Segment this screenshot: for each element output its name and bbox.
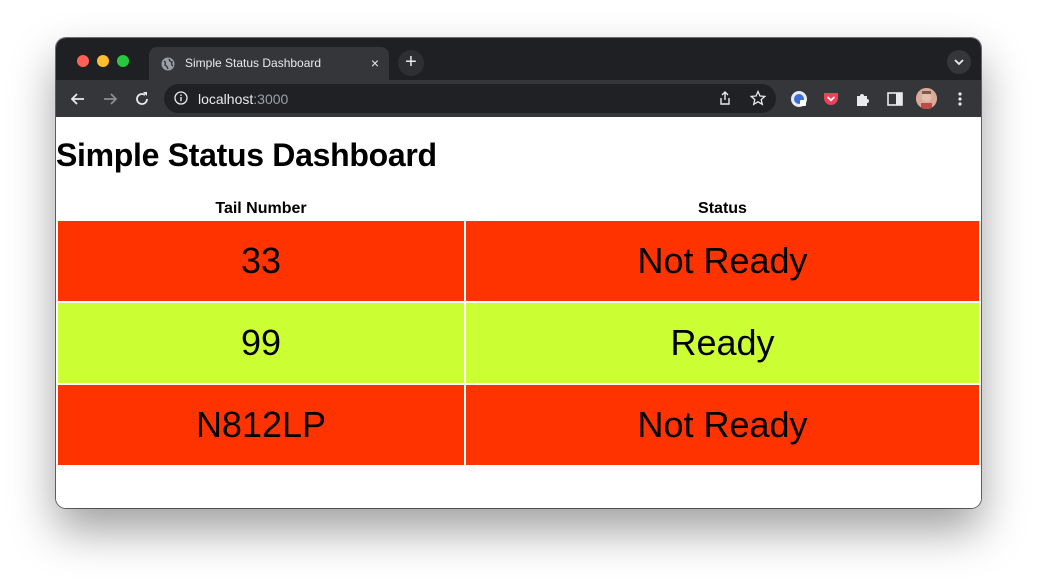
url-port: :3000	[253, 91, 289, 107]
star-icon	[749, 89, 767, 106]
address-bar[interactable]: localhost:3000	[164, 84, 776, 113]
extension-icon[interactable]	[790, 90, 808, 108]
tail-number-cell: 99	[58, 303, 464, 383]
tail-number-cell: 33	[58, 221, 464, 301]
close-window-button[interactable]	[77, 55, 89, 67]
table-row: 99 Ready	[58, 303, 979, 383]
globe-icon	[161, 57, 175, 71]
pocket-icon[interactable]	[822, 90, 840, 108]
chevron-down-icon	[954, 59, 964, 66]
title-bar: Simple Status Dashboard × +	[56, 38, 981, 81]
share-button[interactable]	[717, 90, 733, 106]
arrow-left-icon	[70, 93, 84, 105]
maximize-window-button[interactable]	[117, 55, 129, 67]
reload-button[interactable]	[132, 89, 152, 109]
status-cell: Not Ready	[466, 221, 979, 301]
new-tab-button[interactable]: +	[398, 50, 424, 76]
url-host: localhost	[198, 91, 254, 107]
status-cell: Ready	[466, 303, 979, 383]
minimize-window-button[interactable]	[97, 55, 109, 67]
bookmark-button[interactable]	[749, 89, 767, 106]
table-row: 33 Not Ready	[58, 221, 979, 301]
tab-search-button[interactable]	[947, 50, 971, 74]
browser-toolbar: localhost:3000	[56, 80, 981, 117]
info-icon[interactable]	[174, 91, 188, 105]
table-header-row: Tail Number Status	[58, 199, 979, 219]
tab-simple-status-dashboard[interactable]: Simple Status Dashboard ×	[149, 47, 389, 81]
page-content: Simple Status Dashboard Tail Number Stat…	[56, 117, 981, 508]
browser-window: Simple Status Dashboard × + localhost:30…	[56, 38, 981, 508]
profile-photo-icon	[916, 88, 937, 109]
share-icon	[720, 91, 730, 105]
avatar[interactable]	[916, 88, 937, 109]
column-header-status: Status	[698, 200, 747, 217]
tail-number-cell: N812LP	[58, 385, 464, 465]
puzzle-icon[interactable]	[854, 90, 872, 108]
side-panel-icon[interactable]	[886, 90, 904, 108]
table-row: N812LP Not Ready	[58, 385, 979, 465]
reload-icon	[136, 92, 148, 105]
back-button[interactable]	[68, 89, 88, 109]
column-header-tail-number: Tail Number	[215, 200, 307, 217]
more-menu-icon[interactable]	[951, 90, 969, 108]
arrow-right-icon	[104, 93, 118, 105]
forward-button[interactable]	[100, 89, 120, 109]
url-text: localhost:3000	[198, 91, 288, 107]
page-title: Simple Status Dashboard	[56, 137, 437, 173]
status-table: Tail Number Status 33 Not Ready 99 Ready…	[56, 197, 981, 467]
tab-title: Simple Status Dashboard	[185, 56, 322, 70]
tab-close-icon[interactable]: ×	[371, 53, 379, 73]
status-cell: Not Ready	[466, 385, 979, 465]
